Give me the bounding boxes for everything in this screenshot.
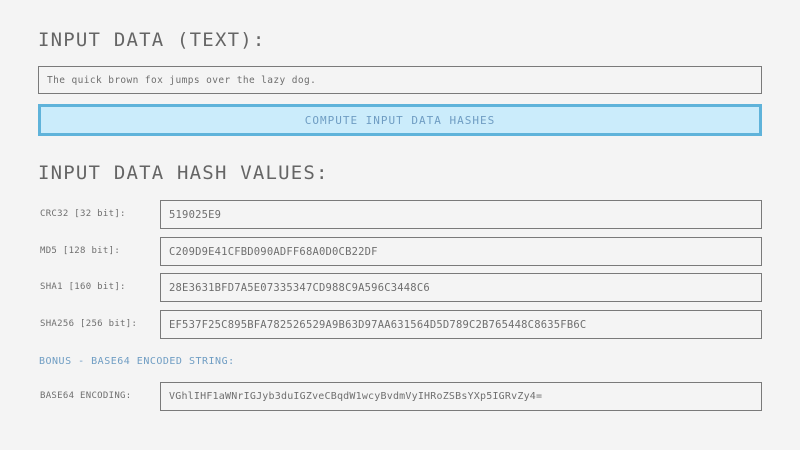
hash-tool-app: INPUT DATA (TEXT): COMPUTE INPUT DATA HA… <box>0 0 800 450</box>
md5-value-field[interactable]: C209D9E41CFBD090ADFF68A0D0CB22DF <box>160 237 762 266</box>
input-data-heading: INPUT DATA (TEXT): <box>38 31 266 50</box>
crc32-value-field[interactable]: 519025E9 <box>160 200 762 229</box>
sha1-value-field[interactable]: 28E3631BFD7A5E07335347CD988C9A596C3448C6 <box>160 273 762 302</box>
crc32-label: CRC32 [32 bit]: <box>40 200 126 228</box>
sha256-label: SHA256 [256 bit]: <box>40 310 137 338</box>
md5-label: MD5 [128 bit]: <box>40 237 120 265</box>
bonus-base64-heading: BONUS - BASE64 ENCODED STRING: <box>39 356 235 367</box>
compute-hashes-button[interactable]: COMPUTE INPUT DATA HASHES <box>38 104 762 136</box>
base64-value-field[interactable]: VGhlIHF1aWNrIGJyb3duIGZveCBqdW1wcyBvdmVy… <box>160 382 762 411</box>
hash-values-heading: INPUT DATA HASH VALUES: <box>38 164 329 183</box>
input-data-field[interactable] <box>38 66 762 94</box>
sha1-label: SHA1 [160 bit]: <box>40 273 126 301</box>
base64-encoding-label: BASE64 ENCODING: <box>40 382 132 410</box>
sha256-value-field[interactable]: EF537F25C895BFA782526529A9B63D97AA631564… <box>160 310 762 339</box>
